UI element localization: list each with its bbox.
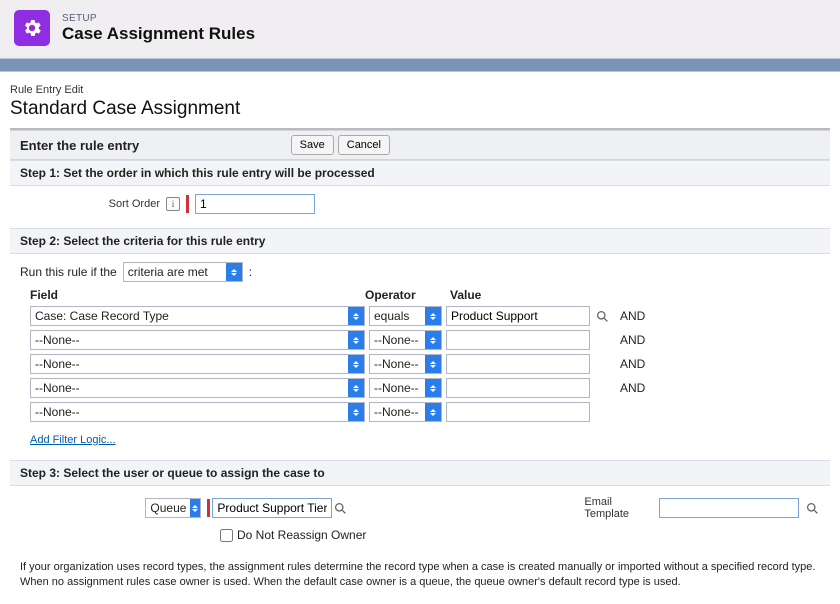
operator-select[interactable]: equals — [369, 306, 442, 326]
chevron-updown-icon — [348, 403, 364, 421]
rule-title: Standard Case Assignment — [10, 98, 830, 120]
required-indicator — [186, 195, 189, 213]
gear-icon — [14, 10, 50, 46]
chevron-updown-icon — [425, 403, 441, 421]
main-section-title: Enter the rule entry — [20, 138, 139, 153]
header-text: SETUP Case Assignment Rules — [62, 13, 255, 44]
header-value: Value — [450, 288, 620, 302]
chevron-updown-icon — [226, 263, 242, 281]
and-label: AND — [620, 381, 645, 395]
email-template-input[interactable] — [659, 498, 799, 518]
operator-select[interactable]: --None-- — [369, 354, 442, 374]
required-indicator — [207, 499, 210, 517]
lookup-icon[interactable] — [332, 500, 348, 516]
sort-order-label: Sort Order — [100, 198, 160, 210]
header-operator: Operator — [365, 288, 450, 302]
save-button[interactable]: Save — [291, 135, 334, 155]
page-header: SETUP Case Assignment Rules — [0, 0, 840, 58]
criteria-row: --None-- --None-- AND — [20, 330, 820, 350]
run-rule-select[interactable]: criteria are met — [123, 262, 243, 282]
chevron-updown-icon — [190, 499, 200, 517]
breadcrumb: Rule Entry Edit — [10, 84, 830, 96]
value-input[interactable] — [446, 402, 590, 422]
setup-label: SETUP — [62, 13, 255, 24]
assign-value-input[interactable] — [212, 498, 332, 518]
criteria-header: Field Operator Value — [20, 288, 820, 302]
operator-select[interactable]: --None-- — [369, 330, 442, 350]
and-label: AND — [620, 357, 645, 371]
main-section-bar: Enter the rule entry Save Cancel — [10, 130, 830, 160]
and-label: AND — [620, 333, 645, 347]
criteria-row: --None-- --None-- AND — [20, 354, 820, 374]
and-label: AND — [620, 309, 645, 323]
step3-bar: Step 3: Select the user or queue to assi… — [10, 460, 830, 486]
field-select[interactable]: --None-- — [30, 402, 365, 422]
page-title: Case Assignment Rules — [62, 24, 255, 44]
operator-select[interactable]: --None-- — [369, 378, 442, 398]
footer-help-text: If your organization uses record types, … — [10, 552, 830, 594]
lookup-icon[interactable] — [805, 500, 820, 516]
email-template-label: Email Template — [584, 496, 653, 520]
field-select[interactable]: Case: Case Record Type — [30, 306, 365, 326]
lookup-icon[interactable] — [594, 308, 610, 324]
info-icon[interactable]: i — [166, 197, 180, 211]
cancel-button[interactable]: Cancel — [338, 135, 390, 155]
sort-order-input[interactable] — [195, 194, 315, 214]
add-filter-logic-link[interactable]: Add Filter Logic... — [30, 434, 116, 446]
value-input[interactable] — [446, 330, 590, 350]
criteria-row: Case: Case Record Type equals AND — [20, 306, 820, 326]
header-field: Field — [20, 288, 365, 302]
chevron-updown-icon — [425, 331, 441, 349]
value-input[interactable] — [446, 378, 590, 398]
assign-type-select[interactable]: Queue — [145, 498, 201, 518]
criteria-table: Field Operator Value Case: Case Record T… — [20, 288, 820, 422]
operator-select[interactable]: --None-- — [369, 402, 442, 422]
divider-strip — [0, 58, 840, 72]
field-select[interactable]: --None-- — [30, 330, 365, 350]
field-select[interactable]: --None-- — [30, 378, 365, 398]
step1-bar: Step 1: Set the order in which this rule… — [10, 160, 830, 186]
chevron-updown-icon — [348, 307, 364, 325]
chevron-updown-icon — [425, 307, 441, 325]
criteria-row: --None-- --None-- AND — [20, 378, 820, 398]
chevron-updown-icon — [425, 379, 441, 397]
chevron-updown-icon — [348, 355, 364, 373]
colon: : — [249, 265, 252, 279]
value-input[interactable] — [446, 354, 590, 374]
value-input[interactable] — [446, 306, 590, 326]
chevron-updown-icon — [425, 355, 441, 373]
criteria-row: --None-- --None-- — [20, 402, 820, 422]
step2-bar: Step 2: Select the criteria for this rul… — [10, 228, 830, 254]
chevron-updown-icon — [348, 379, 364, 397]
chevron-updown-icon — [348, 331, 364, 349]
run-rule-label: Run this rule if the — [20, 265, 117, 279]
field-select[interactable]: --None-- — [30, 354, 365, 374]
